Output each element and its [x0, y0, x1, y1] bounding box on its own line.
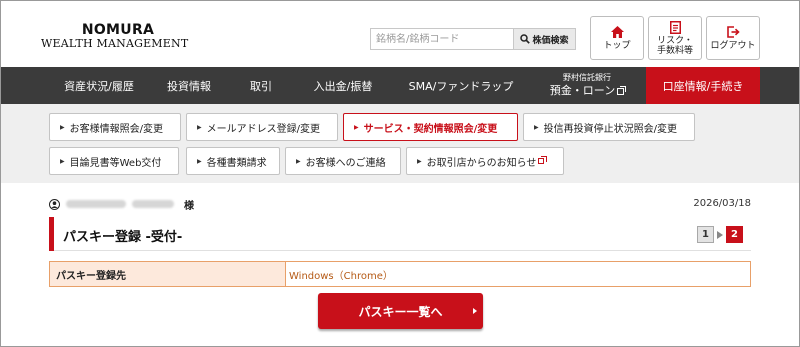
triangle-right-icon: ▶: [354, 123, 359, 131]
nav-item-label: 入出金/振替: [313, 79, 373, 93]
user-honorific: 様: [184, 200, 194, 212]
user-info: 様: [49, 197, 194, 212]
subnav-label: お客様へのご連絡: [305, 157, 386, 169]
nav-item-deposit-transfer[interactable]: 入出金/振替: [301, 67, 385, 104]
sub-nav: ▶ お客様情報照会/変更 ▶ メールアドレス登録/変更 ▶ サービス・契約情報照…: [1, 104, 799, 183]
subnav-fund-reinvestment[interactable]: ▶ 投信再投資停止状況照会/変更: [523, 113, 695, 141]
triangle-right-icon: ▶: [60, 157, 65, 165]
step-indicator: 1 2: [697, 226, 743, 243]
top-button-label: トップ: [603, 41, 631, 51]
logo-sub-text: WEALTH MANAGEMENT: [41, 37, 189, 50]
subnav-label: お客様情報照会/変更: [69, 123, 163, 135]
header: NOMURA WEALTH MANAGEMENT 株価検索 トップ: [1, 1, 799, 67]
subnav-label: サービス・契約情報照会/変更: [363, 123, 498, 135]
nav-item-assets-history[interactable]: 資産状況/履歴: [39, 67, 159, 104]
passkey-list-button[interactable]: パスキー一覧へ: [318, 293, 483, 329]
step-1: 1: [697, 226, 714, 243]
nav-item-trade[interactable]: 取引: [233, 67, 289, 104]
nav-item-account-procedures[interactable]: 口座情報/手続き: [646, 67, 760, 104]
step-2-current: 2: [726, 226, 743, 243]
passkey-destination-value: Windows（Chrome）: [289, 270, 393, 282]
nav-item-label: 口座情報/手続き: [662, 79, 744, 93]
nav-item-investment-info[interactable]: 投資情報: [159, 67, 219, 104]
nav-item-deposit-loan[interactable]: 野村信託銀行 預金・ローン: [537, 67, 637, 104]
logo-main-text: NOMURA: [81, 22, 155, 38]
search-icon: [520, 34, 531, 44]
triangle-right-icon: ▶: [417, 157, 422, 165]
subnav-prospectus-web[interactable]: ▶ 目論見書等Web交付: [49, 147, 179, 175]
step-arrow-icon: [717, 230, 723, 239]
nav-item-label: 投資情報: [167, 79, 211, 93]
subnav-label: 各種書類請求: [206, 157, 267, 169]
triangle-right-icon: [473, 308, 477, 314]
search-input[interactable]: [371, 29, 513, 49]
nav-item-sublabel: 野村信託銀行: [563, 73, 611, 82]
nav-item-label: 資産状況/履歴: [64, 79, 134, 93]
document-icon: [669, 20, 681, 34]
triangle-right-icon: ▶: [197, 157, 202, 165]
page-frame: NOMURA WEALTH MANAGEMENT 株価検索 トップ: [0, 0, 800, 347]
risk-fees-button[interactable]: リスク・ 手数料等: [648, 16, 702, 60]
nav-item-label: 預金・ローン: [549, 84, 616, 97]
risk-fees-button-label: リスク・ 手数料等: [656, 36, 693, 56]
triangle-right-icon: ▶: [197, 123, 202, 131]
title-accent-bar: [49, 217, 54, 251]
nav-item-label: SMA/ファンドラップ: [408, 79, 514, 93]
external-link-icon: [617, 85, 627, 95]
top-button[interactable]: トップ: [590, 16, 644, 60]
passkey-table: パスキー登録先 Windows（Chrome）: [49, 261, 751, 287]
triangle-right-icon: ▶: [60, 123, 65, 131]
current-date: 2026/03/18: [693, 198, 751, 209]
main-nav: 資産状況/履歴 投資情報 取引 入出金/振替 SMA/ファンドラップ 野村信託銀…: [1, 67, 799, 104]
subnav-label: 投信再投資停止状況照会/変更: [543, 123, 677, 135]
subnav-customer-info[interactable]: ▶ お客様情報照会/変更: [49, 113, 181, 141]
subnav-service-contract[interactable]: ▶ サービス・契約情報照会/変更: [343, 113, 518, 141]
triangle-right-icon: ▶: [296, 157, 301, 165]
subnav-branch-notices[interactable]: ▶ お取引店からのお知らせ: [406, 147, 564, 175]
home-icon: [610, 26, 624, 38]
nav-item-label: 取引: [250, 79, 272, 93]
page-title-bar: パスキー登録 -受付-: [49, 217, 751, 251]
search-button[interactable]: 株価検索: [513, 29, 575, 49]
redacted-user-name: [132, 200, 174, 208]
user-icon: [49, 198, 60, 210]
logout-button-label: ログアウト: [710, 41, 756, 51]
search-box: 株価検索: [370, 28, 576, 50]
logout-button[interactable]: ログアウト: [706, 16, 760, 60]
subnav-label: 目論見書等Web交付: [69, 157, 162, 169]
nav-item-sma-fundwrap[interactable]: SMA/ファンドラップ: [399, 67, 523, 104]
subnav-customer-contact[interactable]: ▶ お客様へのご連絡: [285, 147, 401, 175]
external-link-icon: [538, 156, 548, 164]
subnav-email-registration[interactable]: ▶ メールアドレス登録/変更: [186, 113, 338, 141]
logout-icon: [726, 26, 740, 38]
redacted-user-name: [66, 200, 126, 208]
nomura-logo[interactable]: NOMURA WEALTH MANAGEMENT: [41, 23, 201, 50]
search-button-label: 株価検索: [532, 35, 569, 46]
subnav-document-request[interactable]: ▶ 各種書類請求: [186, 147, 280, 175]
passkey-destination-label: パスキー登録先: [50, 262, 286, 286]
subnav-label: メールアドレス登録/変更: [206, 123, 320, 135]
page-title: パスキー登録 -受付-: [63, 230, 183, 245]
subnav-label: お取引店からのお知らせ: [426, 157, 537, 169]
passkey-list-button-label: パスキー一覧へ: [358, 304, 443, 319]
triangle-right-icon: ▶: [534, 123, 539, 131]
